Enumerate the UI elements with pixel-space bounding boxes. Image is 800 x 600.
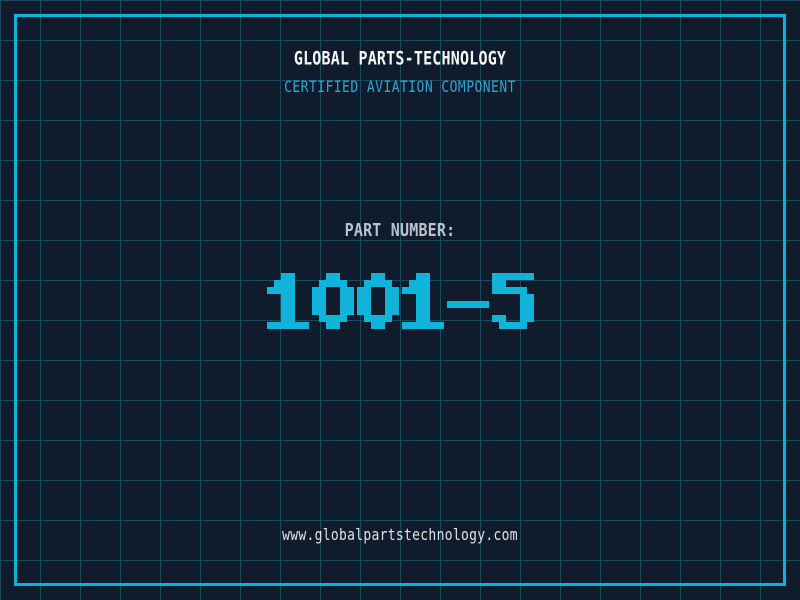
- page-title: GLOBAL PARTS-TECHNOLOGY: [293, 46, 507, 70]
- part-number-digit: [311, 273, 354, 329]
- part-number-digit: [266, 273, 309, 329]
- footer-website: www.globalpartstechnology.com: [282, 526, 518, 545]
- part-number-digit: [356, 273, 399, 329]
- part-number-digit: [446, 273, 489, 329]
- part-number-value: [0, 273, 800, 329]
- page-subtitle: CERTIFIED AVIATION COMPONENT: [284, 78, 516, 97]
- label-screen: GLOBAL PARTS-TECHNOLOGY CERTIFIED AVIATI…: [0, 0, 800, 600]
- part-number-digit: [491, 273, 534, 329]
- part-number-label: PART NUMBER:: [344, 219, 456, 241]
- part-number-digit: [401, 273, 444, 329]
